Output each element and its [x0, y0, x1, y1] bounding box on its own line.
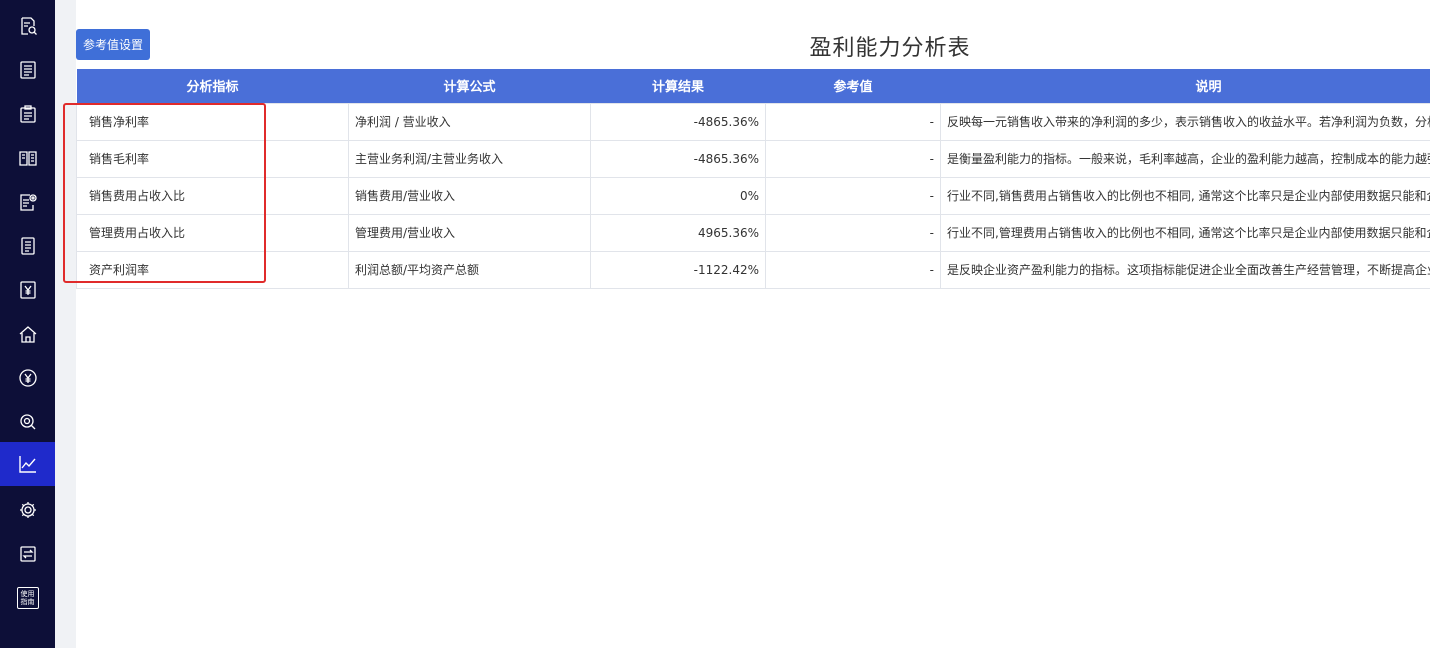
cell-result: -4865.36%	[590, 102, 766, 141]
cell-description: 反映每一元销售收入带来的净利润的多少，表示销售收入的收益水平。若净利润为负数，分…	[940, 102, 1430, 141]
profitability-table: 分析指标 计算公式 计算结果 参考值 说明 销售净利率 净利润 / 营业收入 -…	[76, 69, 1430, 289]
guide-icon-line2: 指南	[20, 598, 35, 606]
table-row: 销售毛利率 主营业务利润/主营业务收入 -4865.36% - 是衡量盈利能力的…	[76, 139, 1430, 178]
reference-settings-button[interactable]: 参考值设置	[76, 29, 150, 60]
table-row: 资产利润率 利润总额/平均资产总额 -1122.42% - 是反映企业资产盈利能…	[76, 250, 1430, 289]
document-search-icon	[20, 17, 37, 35]
content-gutter	[55, 0, 76, 648]
sidebar-item-document-search[interactable]	[0, 4, 55, 48]
sidebar-item-settings[interactable]	[0, 488, 55, 532]
building-icon	[19, 326, 36, 343]
header-description: 说明	[940, 69, 1430, 103]
cell-reference: -	[765, 250, 941, 289]
guide-icon: 使用 指南	[16, 587, 39, 609]
yen-document-icon	[19, 281, 36, 299]
header-indicator: 分析指标	[76, 69, 349, 103]
coin-search-icon	[19, 414, 35, 430]
cell-formula: 净利润 / 营业收入	[348, 102, 591, 141]
cell-reference: -	[765, 139, 941, 178]
sidebar-item-yen-document[interactable]	[0, 268, 55, 312]
table-row: 销售净利率 净利润 / 营业收入 -4865.36% - 反映每一元销售收入带来…	[76, 102, 1430, 141]
document-settings-icon	[19, 194, 37, 211]
notes-icon	[20, 237, 35, 255]
cell-description: 行业不同,管理费用占销售收入的比例也不相同, 通常这个比率只是企业内部使用数据只…	[940, 213, 1430, 252]
line-chart-icon	[18, 456, 36, 473]
sidebar-item-transfer[interactable]	[0, 532, 55, 576]
cell-reference: -	[765, 102, 941, 141]
cell-formula: 管理费用/营业收入	[348, 213, 591, 252]
table-row: 管理费用占收入比 管理费用/营业收入 4965.36% - 行业不同,管理费用占…	[76, 213, 1430, 252]
table-header-row: 分析指标 计算公式 计算结果 参考值 说明	[76, 69, 1430, 103]
cell-indicator: 销售净利率	[76, 102, 349, 141]
cell-description: 行业不同,销售费用占销售收入的比例也不相同, 通常这个比率只是企业内部使用数据只…	[940, 176, 1430, 215]
guide-icon-line1: 使用	[20, 590, 35, 598]
sidebar-item-coin-search[interactable]	[0, 400, 55, 444]
sidebar: 使用 指南	[0, 0, 55, 648]
sidebar-item-clipboard[interactable]	[0, 92, 55, 136]
cell-indicator: 销售费用占收入比	[76, 176, 349, 215]
sidebar-item-line-chart[interactable]	[0, 442, 55, 486]
header-formula: 计算公式	[348, 69, 591, 103]
cell-result: -4865.36%	[590, 139, 766, 178]
cell-result: 4965.36%	[590, 213, 766, 252]
cell-indicator: 资产利润率	[76, 250, 349, 289]
cell-indicator: 管理费用占收入比	[76, 213, 349, 252]
transfer-icon	[19, 546, 36, 562]
cell-result: -1122.42%	[590, 250, 766, 289]
table-row: 销售费用占收入比 销售费用/营业收入 0% - 行业不同,销售费用占销售收入的比…	[76, 176, 1430, 215]
header-reference: 参考值	[765, 69, 941, 103]
sidebar-item-list-document[interactable]	[0, 48, 55, 92]
cell-indicator: 销售毛利率	[76, 139, 349, 178]
clipboard-icon	[19, 105, 36, 123]
cell-reference: -	[765, 213, 941, 252]
page-title: 盈利能力分析表	[809, 36, 971, 61]
sidebar-item-notes[interactable]	[0, 224, 55, 268]
header-result: 计算结果	[590, 69, 766, 103]
cell-formula: 主营业务利润/主营业务收入	[348, 139, 591, 178]
sidebar-item-book[interactable]	[0, 136, 55, 180]
cell-description: 是反映企业资产盈利能力的指标。这项指标能促进企业全面改善生产经营管理，不断提高企…	[940, 250, 1430, 289]
yen-circle-icon	[18, 369, 37, 387]
gear-icon	[19, 502, 36, 518]
sidebar-item-guide[interactable]: 使用 指南	[0, 576, 55, 620]
sidebar-item-building[interactable]	[0, 312, 55, 356]
sidebar-item-yen-circle[interactable]	[0, 356, 55, 400]
cell-reference: -	[765, 176, 941, 215]
sidebar-item-document-settings[interactable]	[0, 180, 55, 224]
book-icon	[18, 151, 37, 166]
cell-result: 0%	[590, 176, 766, 215]
list-document-icon	[19, 61, 36, 79]
cell-formula: 利润总额/平均资产总额	[348, 250, 591, 289]
cell-description: 是衡量盈利能力的指标。一般来说，毛利率越高，企业的盈利能力越高，控制成本的能力越…	[940, 139, 1430, 178]
cell-formula: 销售费用/营业收入	[348, 176, 591, 215]
